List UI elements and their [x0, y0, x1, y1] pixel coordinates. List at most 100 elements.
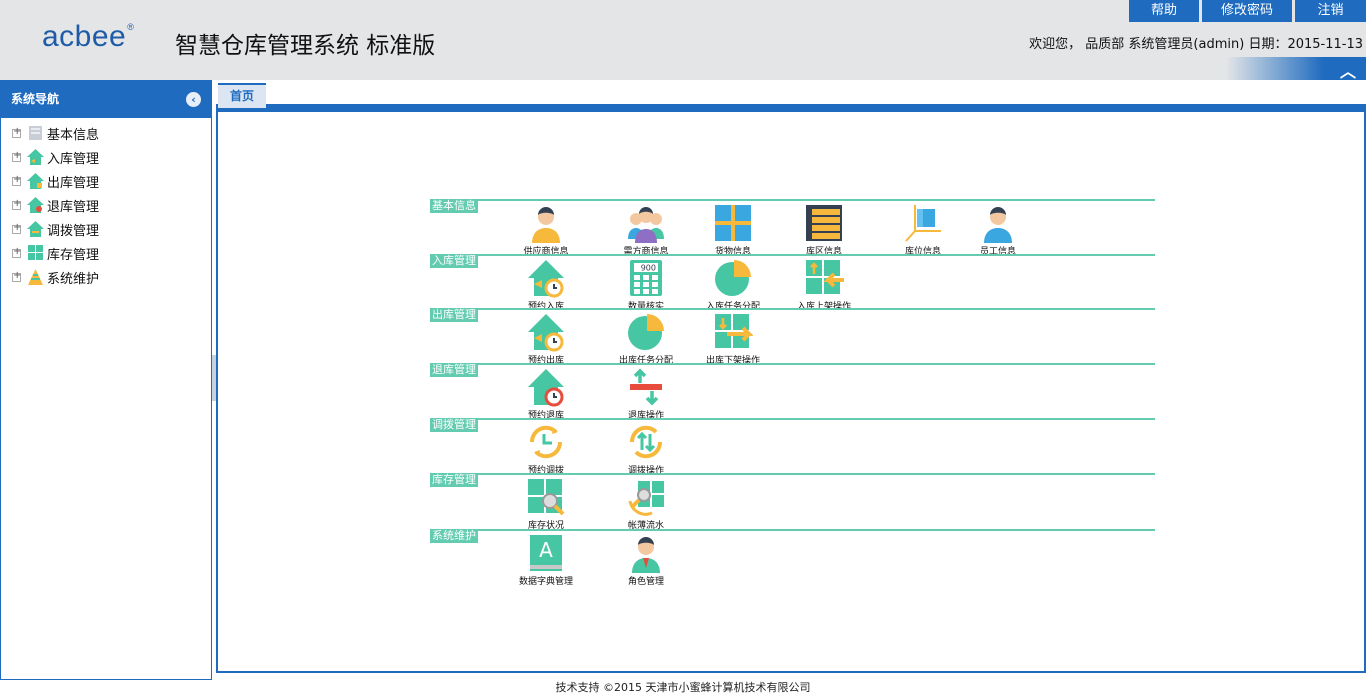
sidebar-item[interactable]: 库存管理 — [1, 241, 211, 265]
module-shortcut[interactable]: 出库任务分配 — [606, 312, 686, 366]
module-section: 退库管理 预约退库 退库操作 — [430, 363, 1155, 421]
chevron-up-icon[interactable]: ︿ — [1340, 58, 1356, 82]
expand-plus-icon[interactable] — [11, 198, 24, 211]
change-password-button[interactable]: 修改密码 — [1202, 0, 1292, 22]
module-shortcut[interactable]: 货物信息 — [693, 203, 773, 257]
section-title: 基本信息 — [430, 199, 478, 213]
expand-plus-icon[interactable] — [11, 126, 24, 139]
expand-plus-icon[interactable] — [11, 222, 24, 235]
sidebar-item[interactable]: 调拨管理 — [1, 217, 211, 241]
clock-refresh-icon — [526, 422, 566, 462]
header-collapse-bar[interactable]: ︿ — [1226, 57, 1366, 82]
tab-bar: 首页 — [216, 80, 1366, 110]
module-section: 系统维护 A 数据字典管理 角色管理 — [430, 529, 1155, 587]
module-shortcut[interactable]: 员工信息 — [958, 203, 1038, 257]
section-title: 库存管理 — [430, 473, 478, 487]
module-section: 库存管理 库存状况 帐薄流水 — [430, 473, 1155, 531]
pie-icon — [713, 258, 753, 298]
module-shortcut[interactable]: 帐薄流水 — [606, 477, 686, 531]
module-shortcut[interactable]: 预约退库 — [506, 367, 586, 421]
outbound-icon — [27, 173, 44, 189]
return-icon — [27, 197, 44, 213]
module-shortcut[interactable]: 入库任务分配 — [693, 258, 773, 312]
logo: acbee® — [42, 20, 135, 53]
module-section: 基本信息 供应商信息 需方商信息 货物信息 库区信息 库位信息 员工信息 — [430, 199, 1155, 257]
sidebar-item-label: 系统维护 — [47, 271, 100, 287]
section-title: 系统维护 — [430, 529, 478, 543]
sidebar-item[interactable]: 退库管理 — [1, 193, 211, 217]
top-button-group: 帮助 修改密码 注销 — [1129, 0, 1366, 22]
module-shortcut[interactable]: 库位信息 — [883, 203, 963, 257]
header: acbee® 智慧仓库管理系统 标准版 帮助 修改密码 注销 欢迎您， 品质部 … — [0, 0, 1366, 82]
module-shortcut[interactable]: 供应商信息 — [506, 203, 586, 257]
module-section: 调拨管理 预约调拨 调拨操作 — [430, 418, 1155, 476]
module-shortcut[interactable]: 需方商信息 — [606, 203, 686, 257]
location-icon — [903, 203, 943, 243]
system-title: 智慧仓库管理系统 标准版 — [175, 33, 436, 59]
expand-plus-icon[interactable] — [11, 246, 24, 259]
expand-plus-icon[interactable] — [11, 174, 24, 187]
shelf-out-icon — [713, 312, 754, 352]
house-clock-red-icon — [526, 367, 566, 407]
collapse-left-icon[interactable]: ‹ — [186, 92, 201, 107]
sidebar-item[interactable]: 出库管理 — [1, 169, 211, 193]
module-section: 出库管理 预约出库 出库任务分配 出库下架操作 — [430, 308, 1155, 366]
house-clock-icon — [526, 312, 566, 352]
sidebar-item-label: 入库管理 — [47, 151, 100, 167]
module-shortcut[interactable]: 预约调拨 — [506, 422, 586, 476]
logout-button[interactable]: 注销 — [1295, 0, 1366, 22]
sidebar-item-label: 调拨管理 — [47, 223, 100, 239]
sidebar-item-label: 库存管理 — [47, 247, 100, 263]
inventory-icon — [27, 245, 44, 261]
return-arrows-icon — [626, 367, 666, 407]
house-clock-icon — [526, 258, 566, 298]
expand-plus-icon[interactable] — [11, 270, 24, 283]
grid-search-icon — [526, 477, 566, 517]
person-icon — [526, 203, 566, 243]
sidebar: 系统导航 ‹ 基本信息入库管理出库管理退库管理调拨管理库存管理系统维护 — [0, 80, 212, 680]
module-shortcut[interactable]: 调拨操作 — [606, 422, 686, 476]
group-icon — [626, 203, 666, 243]
tab-home[interactable]: 首页 — [218, 83, 266, 108]
module-shortcut[interactable]: 库存状况 — [506, 477, 586, 531]
calculator-icon: 900 — [626, 258, 666, 298]
section-title: 调拨管理 — [430, 418, 478, 432]
module-shortcut[interactable]: 退库操作 — [606, 367, 686, 421]
module-shortcut[interactable]: 预约出库 — [506, 312, 586, 366]
module-label: 数据字典管理 — [518, 577, 573, 587]
sidebar-item-label: 出库管理 — [47, 175, 100, 191]
sidebar-item[interactable]: 基本信息 — [1, 121, 211, 145]
module-shortcut[interactable]: 900 数量核实 — [606, 258, 686, 312]
dictionary-icon: A — [526, 533, 566, 573]
grid-icon — [713, 203, 753, 243]
svg-text:900: 900 — [641, 264, 656, 273]
sidebar-header: 系统导航 ‹ — [1, 81, 211, 118]
module-label: 角色管理 — [627, 577, 664, 587]
expand-plus-icon[interactable] — [11, 150, 24, 163]
sidebar-item-label: 基本信息 — [47, 127, 100, 143]
shelf-in-icon — [804, 258, 844, 298]
sidebar-item[interactable]: 入库管理 — [1, 145, 211, 169]
sidebar-title: 系统导航 — [11, 92, 60, 106]
section-title: 入库管理 — [430, 254, 478, 268]
svg-text:A: A — [539, 538, 553, 562]
home-panel: 基本信息 供应商信息 需方商信息 货物信息 库区信息 库位信息 员工信息入库管理 预约入库 90… — [216, 110, 1366, 673]
module-shortcut[interactable]: A 数据字典管理 — [506, 533, 586, 587]
list-icon — [804, 203, 844, 243]
role-icon — [626, 533, 666, 573]
pie-icon — [626, 312, 666, 352]
sidebar-item[interactable]: 系统维护 — [1, 265, 211, 289]
transfer-icon — [27, 221, 44, 237]
basic-info-icon — [27, 125, 44, 141]
module-shortcut[interactable]: 预约入库 — [506, 258, 586, 312]
section-title: 退库管理 — [430, 363, 478, 377]
welcome-text: 欢迎您， 品质部 系统管理员(admin) 日期：2015-11-13 — [1029, 37, 1363, 52]
module-shortcut[interactable]: 出库下架操作 — [693, 312, 773, 366]
footer-copyright: 技术支持 ©2015 天津市小蜜蜂计算机技术有限公司 — [555, 681, 811, 694]
section-title: 出库管理 — [430, 308, 478, 322]
module-shortcut[interactable]: 入库上架操作 — [784, 258, 864, 312]
module-shortcut[interactable]: 角色管理 — [606, 533, 686, 587]
nav-tree: 基本信息入库管理出库管理退库管理调拨管理库存管理系统维护 — [1, 118, 211, 289]
help-button[interactable]: 帮助 — [1129, 0, 1199, 22]
module-shortcut[interactable]: 库区信息 — [784, 203, 864, 257]
